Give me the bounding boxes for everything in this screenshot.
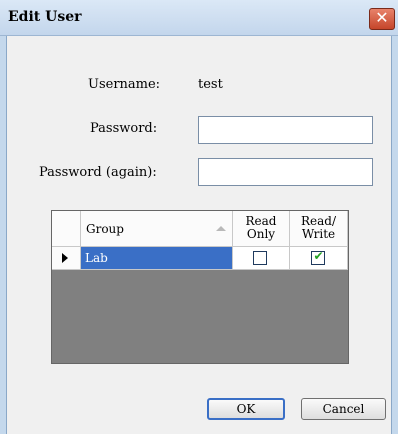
username-value: test (198, 77, 223, 92)
row-header[interactable] (52, 247, 81, 270)
row-pointer-icon (62, 253, 68, 263)
sort-ascending-icon (216, 226, 226, 231)
title-bar[interactable]: Edit User ✕ (0, 0, 398, 36)
dialog-title: Edit User (8, 9, 82, 25)
ok-button[interactable]: OK (207, 398, 285, 420)
column-header-read-only[interactable]: Read Only (233, 211, 290, 247)
grid-header: Group Read Only Read/ Write (52, 211, 348, 247)
window-frame-left (0, 36, 7, 434)
group-permissions-grid[interactable]: Group Read Only Read/ Write Lab ✔ (51, 210, 349, 364)
column-header-group[interactable]: Group (81, 211, 233, 247)
column-header-read-only-line2: Only (246, 227, 276, 241)
read-only-checkbox[interactable] (253, 251, 267, 265)
password-field[interactable] (198, 116, 373, 144)
checkmark-icon: ✔ (313, 249, 324, 263)
password-label: Password: (90, 121, 158, 136)
table-row[interactable]: Lab ✔ (52, 247, 348, 270)
window-frame-right (391, 36, 398, 434)
group-cell[interactable]: Lab (81, 247, 233, 270)
column-header-read-write-line2: Write (301, 227, 336, 241)
close-icon: ✕ (375, 8, 389, 27)
edit-user-dialog: Edit User ✕ Username: test Password: Pas… (0, 0, 398, 434)
read-write-checkbox[interactable]: ✔ (311, 249, 325, 265)
column-header-read-write[interactable]: Read/ Write (290, 211, 348, 247)
cancel-button[interactable]: Cancel (301, 398, 386, 420)
username-label: Username: (88, 77, 161, 92)
close-button[interactable]: ✕ (369, 8, 395, 30)
read-only-cell[interactable] (233, 247, 290, 270)
password-again-field[interactable] (198, 158, 373, 186)
password-again-label: Password (again): (39, 165, 157, 180)
group-cell-text: Lab (85, 251, 108, 265)
column-header-group-label: Group (86, 222, 124, 236)
row-header-corner (52, 211, 81, 247)
read-write-cell[interactable]: ✔ (290, 247, 348, 270)
